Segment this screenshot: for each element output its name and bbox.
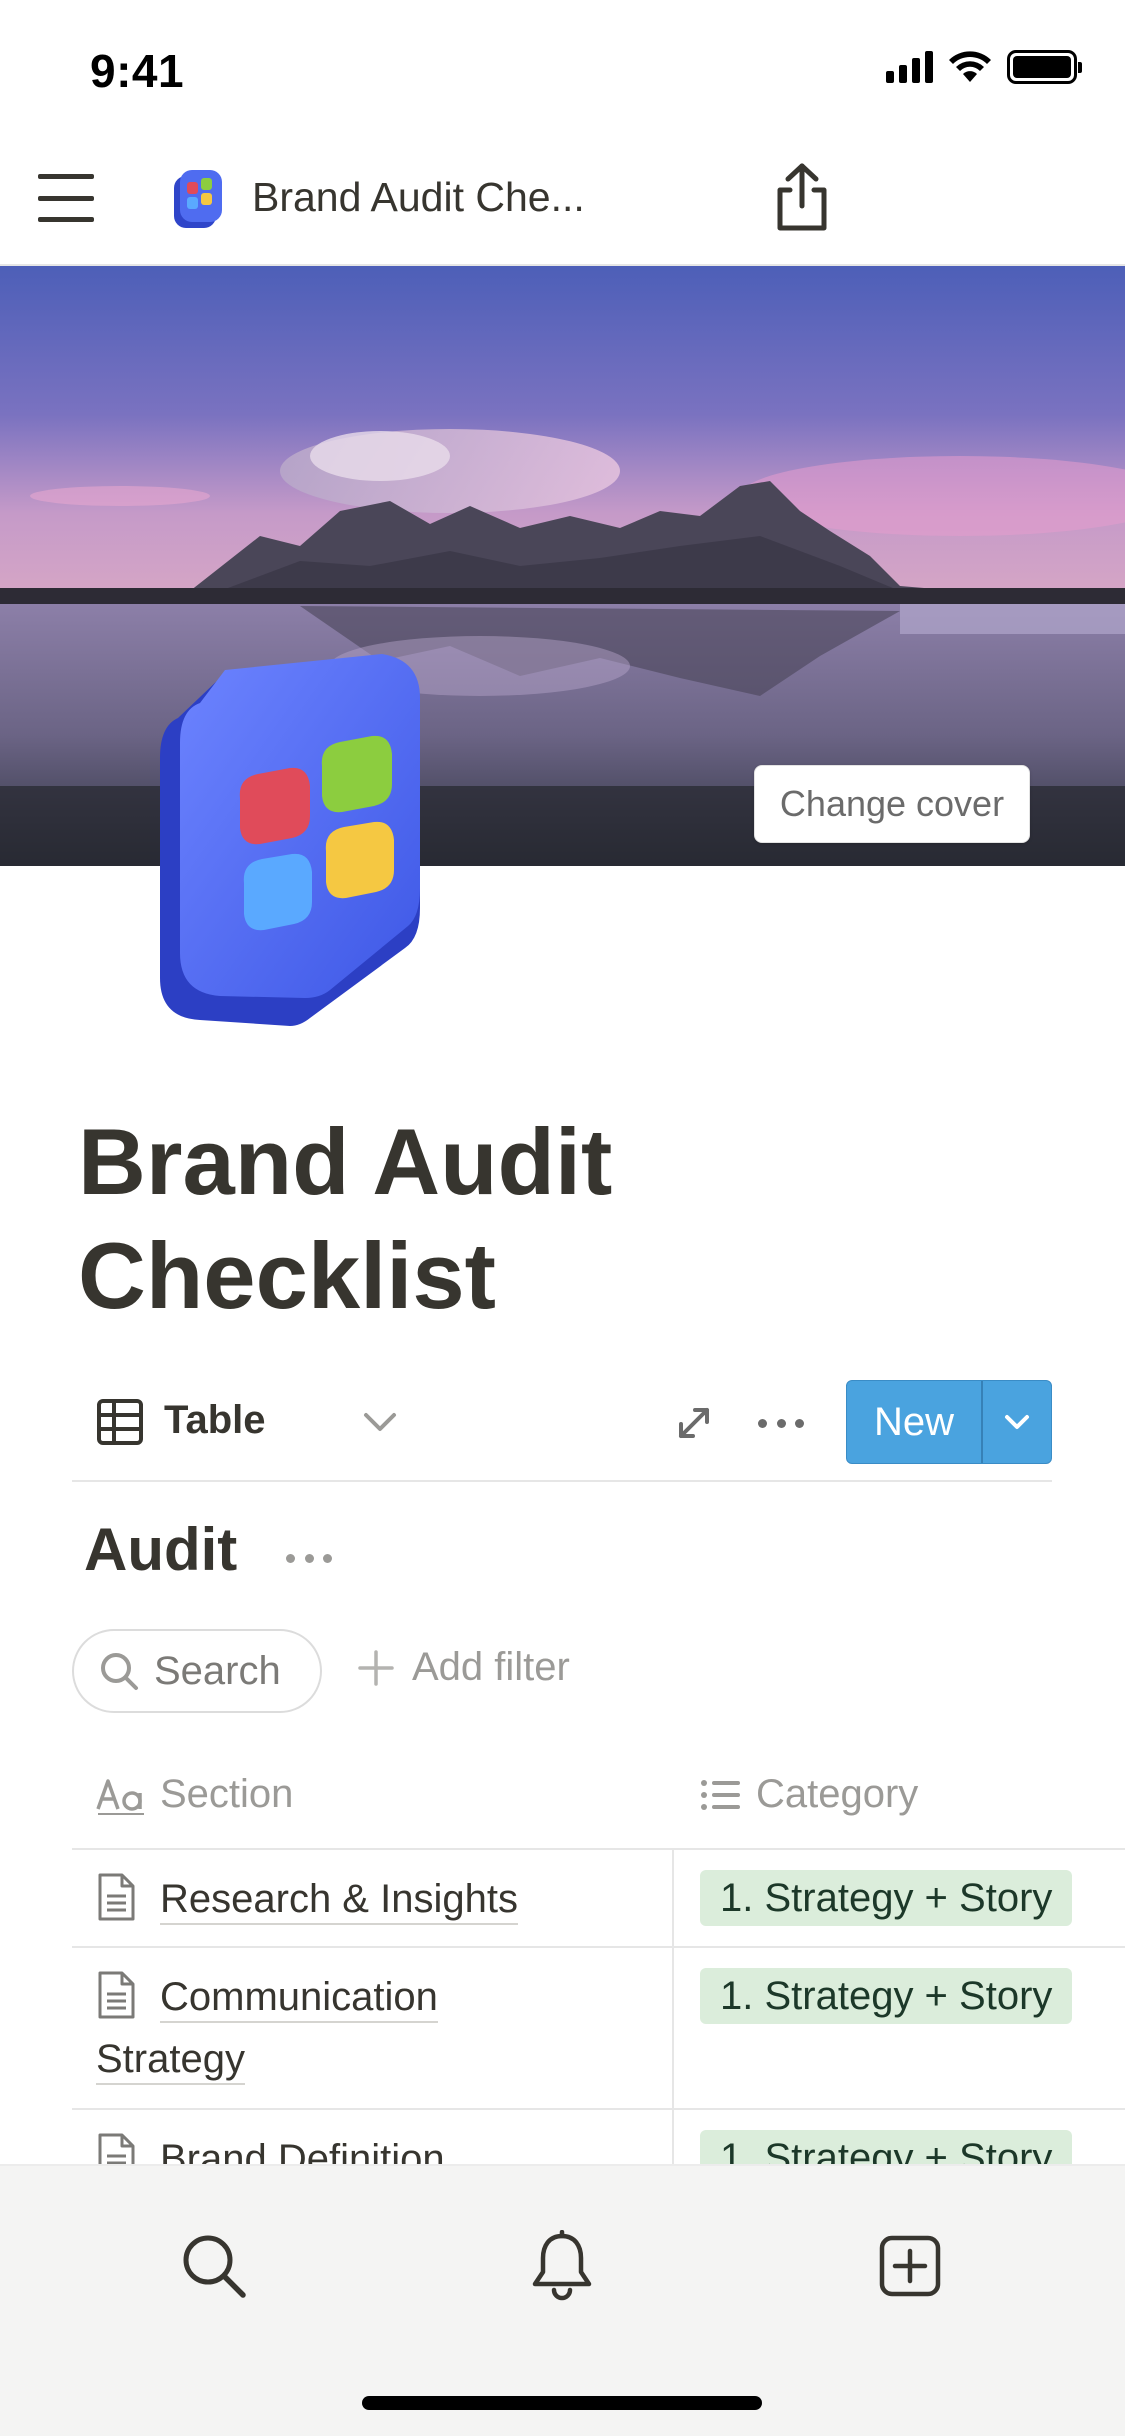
tab-new-page[interactable]: [870, 2226, 950, 2306]
chevron-down-icon[interactable]: [362, 1406, 398, 1438]
tab-search[interactable]: [174, 2226, 254, 2306]
cellular-signal-icon: [886, 51, 933, 83]
new-button-label[interactable]: New: [847, 1381, 983, 1463]
home-indicator[interactable]: [362, 2396, 762, 2410]
column-header-label: Category: [756, 1772, 919, 1816]
search-icon: [183, 2235, 246, 2298]
new-button[interactable]: New: [846, 1380, 1052, 1464]
add-filter-button[interactable]: Add filter: [356, 1645, 570, 1690]
category-tag[interactable]: 1. Strategy + Story: [700, 1870, 1073, 1926]
page-title-line-2: Checklist: [78, 1223, 496, 1328]
page-emoji-icon[interactable]: [172, 168, 224, 230]
more-options-icon[interactable]: [758, 1416, 804, 1430]
top-nav: Brand Audit Che...: [0, 132, 1125, 266]
tab-notifications[interactable]: [522, 2226, 602, 2306]
database-table: Section Category Research & Insights 1. …: [72, 1750, 1125, 2250]
row-section-cell[interactable]: Research & Insights: [96, 1868, 656, 1930]
database-more-icon[interactable]: [286, 1551, 332, 1565]
page-title[interactable]: Brand Audit Checklist: [78, 1105, 978, 1333]
status-icons: [886, 50, 1082, 84]
battery-icon: [1007, 50, 1082, 84]
change-cover-button[interactable]: Change cover: [754, 765, 1030, 843]
table-row[interactable]: Communication Strategy 1. Strategy + Sto…: [72, 1948, 1125, 2110]
status-bar: 9:41: [0, 0, 1125, 132]
nav-page-title[interactable]: Brand Audit Che...: [252, 174, 585, 221]
list-icon: [701, 1779, 740, 1810]
database-title[interactable]: Audit: [84, 1515, 237, 1584]
table-row[interactable]: Research & Insights 1. Strategy + Story: [72, 1850, 1125, 1948]
row-section-text-continued: Strategy: [96, 2037, 245, 2085]
category-tag[interactable]: 1. Strategy + Story: [700, 1968, 1073, 2024]
search-label: Search: [154, 1648, 281, 1693]
column-header-label: Section: [160, 1772, 294, 1816]
wifi-icon: [949, 51, 991, 82]
page-icon: [98, 1971, 135, 2019]
page-icon: [98, 1873, 135, 1921]
bell-icon: [532, 2230, 592, 2301]
expand-icon[interactable]: [675, 1404, 713, 1442]
view-selector[interactable]: Table: [164, 1398, 266, 1443]
column-header-section[interactable]: Section: [96, 1772, 293, 1817]
row-section-cell[interactable]: Communication Strategy: [96, 1966, 656, 2090]
page-app-icon[interactable]: [150, 648, 430, 1028]
text-property-icon: [96, 1778, 144, 1815]
add-filter-label: Add filter: [412, 1645, 570, 1689]
table-view-icon: [97, 1399, 143, 1445]
page: 9:41 Brand Audit Che... Change cover Bra…: [0, 0, 1125, 2436]
search-icon: [101, 1653, 138, 1690]
menu-icon[interactable]: [38, 174, 94, 222]
status-time: 9:41: [90, 45, 185, 97]
row-section-text: Research & Insights: [160, 1877, 518, 1925]
new-page-icon: [879, 2235, 941, 2297]
new-dropdown-chevron-icon[interactable]: [983, 1381, 1051, 1463]
table-header: Section Category: [72, 1750, 1125, 1850]
plus-icon: [358, 1649, 394, 1686]
row-section-text: Communication: [160, 1975, 438, 2023]
page-title-line-1: Brand Audit: [78, 1109, 613, 1214]
column-header-category[interactable]: Category: [700, 1772, 918, 1817]
database-toolbar: Table New: [72, 1380, 1052, 1482]
bottom-tab-bar: [0, 2164, 1125, 2436]
search-button[interactable]: Search: [72, 1629, 322, 1713]
share-icon[interactable]: [770, 162, 834, 234]
